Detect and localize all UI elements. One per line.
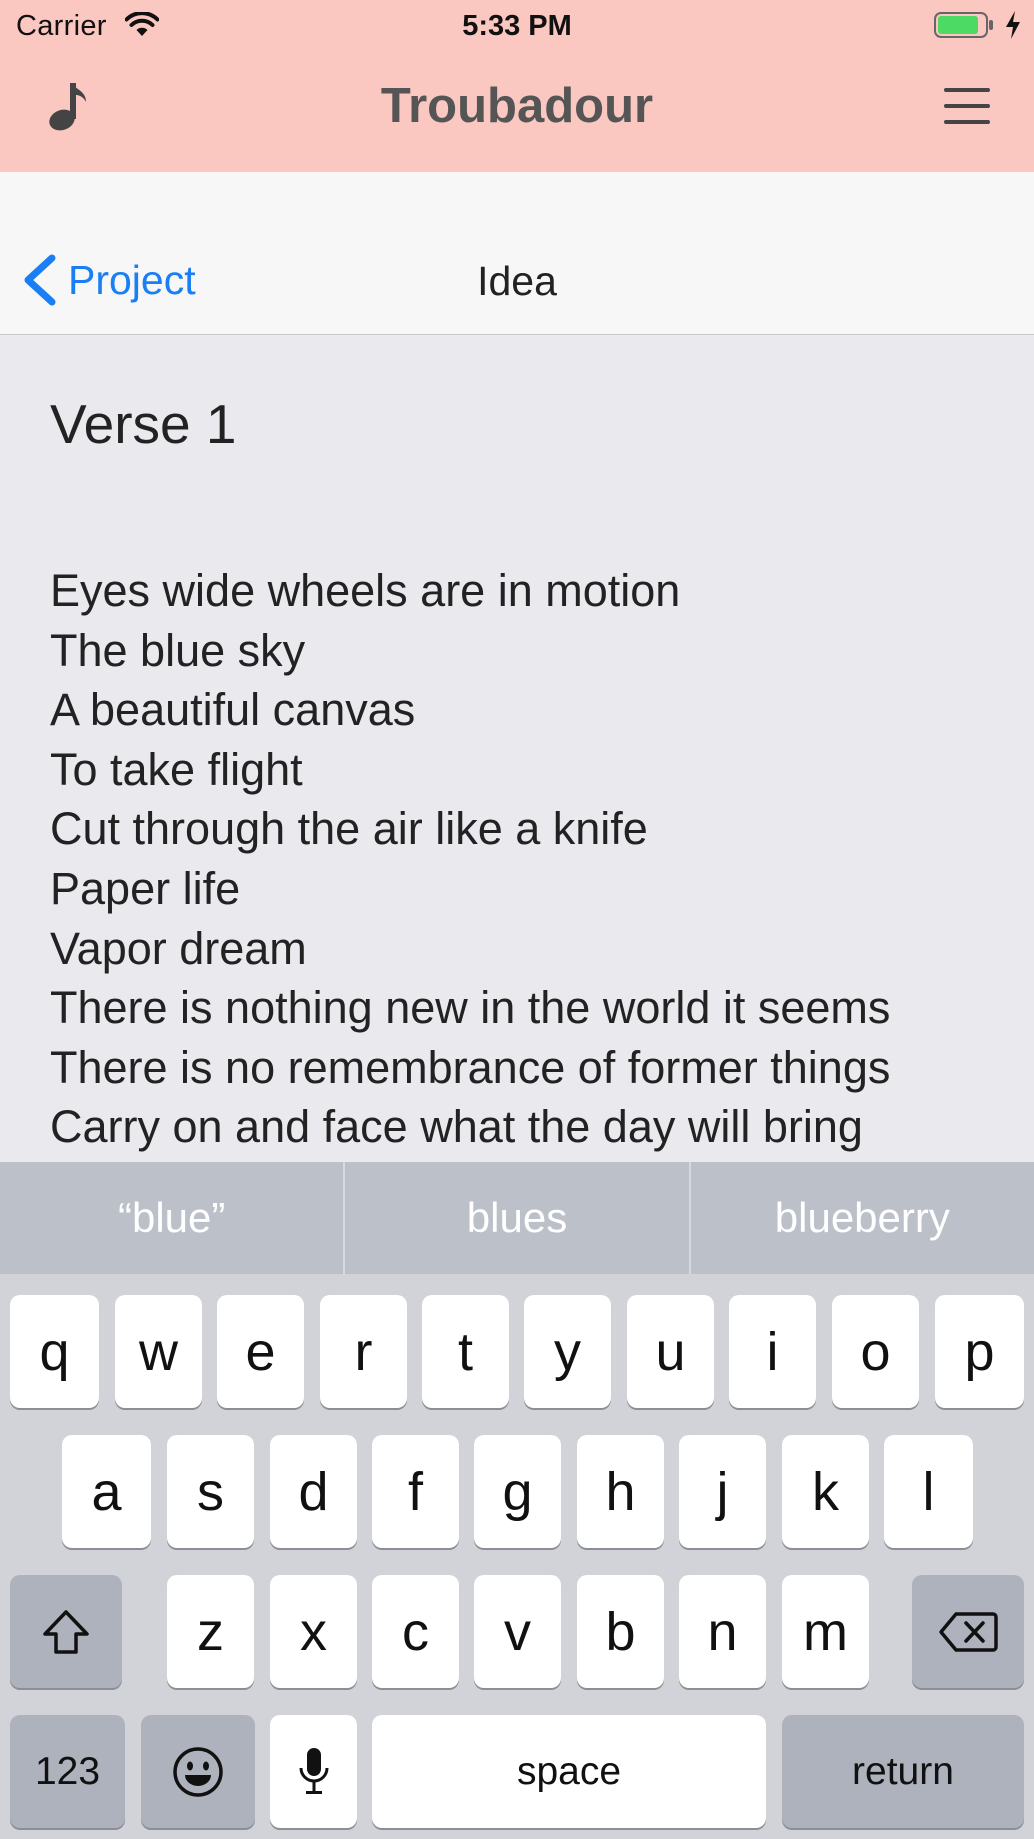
suggestion-item[interactable]: blues	[343, 1162, 688, 1274]
key-c[interactable]: c	[372, 1575, 459, 1688]
charging-bolt-icon	[1006, 11, 1020, 39]
suggestion-item[interactable]: blueberry	[688, 1162, 1034, 1274]
lyric-line[interactable]: Cut through the air like a knife	[50, 799, 1010, 859]
lyric-line[interactable]: Vapor dream	[50, 919, 1010, 979]
section-title[interactable]: Verse 1	[50, 392, 237, 456]
key-u[interactable]: u	[627, 1295, 714, 1408]
lyric-line[interactable]: A beautiful canvas	[50, 680, 1010, 740]
keyboard: “blue” blues blueberry q w e r t y u i o…	[0, 1162, 1034, 1839]
shift-key[interactable]	[10, 1575, 122, 1688]
key-j[interactable]: j	[679, 1435, 766, 1548]
key-n[interactable]: n	[679, 1575, 766, 1688]
nav-bar: Project Idea	[0, 172, 1034, 335]
hamburger-menu-icon[interactable]	[944, 88, 990, 124]
key-b[interactable]: b	[577, 1575, 664, 1688]
microphone-icon	[299, 1747, 328, 1794]
key-s[interactable]: s	[167, 1435, 254, 1548]
key-o[interactable]: o	[832, 1295, 919, 1408]
predictive-bar: “blue” blues blueberry	[0, 1162, 1034, 1274]
lyric-line[interactable]: To take flight	[50, 740, 1010, 800]
key-i[interactable]: i	[729, 1295, 816, 1408]
nav-title: Idea	[477, 258, 557, 304]
space-key[interactable]: space	[372, 1715, 766, 1828]
key-r[interactable]: r	[320, 1295, 407, 1408]
key-d[interactable]: d	[270, 1435, 357, 1548]
lyric-line[interactable]: There is no remembrance of former things	[50, 1038, 1010, 1098]
battery-icon	[934, 12, 993, 38]
lyric-line[interactable]: The blue sky	[50, 621, 1010, 681]
key-g[interactable]: g	[474, 1435, 561, 1548]
emoji-key[interactable]	[141, 1715, 255, 1828]
status-bar: Carrier 5:33 PM	[0, 0, 1034, 52]
lyric-line[interactable]: Paper life	[50, 859, 1010, 919]
key-m[interactable]: m	[782, 1575, 869, 1688]
key-k[interactable]: k	[782, 1435, 869, 1548]
key-f[interactable]: f	[372, 1435, 459, 1548]
delete-icon	[939, 1611, 998, 1652]
lyrics-editor[interactable]: Verse 1 Eyes wide wheels are in motion T…	[0, 336, 1034, 1162]
lyric-line[interactable]: Eyes wide wheels are in motion	[50, 561, 1010, 621]
key-x[interactable]: x	[270, 1575, 357, 1688]
key-e[interactable]: e	[217, 1295, 304, 1408]
lyrics-text[interactable]: Eyes wide wheels are in motion The blue …	[50, 561, 1010, 1157]
key-p[interactable]: p	[935, 1295, 1024, 1408]
key-t[interactable]: t	[422, 1295, 509, 1408]
key-w[interactable]: w	[115, 1295, 202, 1408]
key-y[interactable]: y	[524, 1295, 611, 1408]
app-title: Troubadour	[380, 79, 654, 133]
shift-icon	[43, 1609, 89, 1654]
dictation-key[interactable]	[270, 1715, 357, 1828]
emoji-icon	[173, 1746, 223, 1797]
suggestion-item[interactable]: “blue”	[0, 1162, 343, 1274]
key-a[interactable]: a	[62, 1435, 151, 1548]
key-v[interactable]: v	[474, 1575, 561, 1688]
key-h[interactable]: h	[577, 1435, 664, 1548]
lyric-line[interactable]: There is nothing new in the world it see…	[50, 978, 1010, 1038]
key-z[interactable]: z	[167, 1575, 254, 1688]
key-l[interactable]: l	[884, 1435, 973, 1548]
status-time: 5:33 PM	[462, 10, 572, 42]
delete-key[interactable]	[912, 1575, 1024, 1688]
return-key[interactable]: return	[782, 1715, 1024, 1828]
key-q[interactable]: q	[10, 1295, 99, 1408]
lyric-line[interactable]: Carry on and face what the day will brin…	[50, 1097, 1010, 1157]
app-header: Carrier 5:33 PM Troubadour	[0, 0, 1034, 172]
numbers-key[interactable]: 123	[10, 1715, 125, 1828]
